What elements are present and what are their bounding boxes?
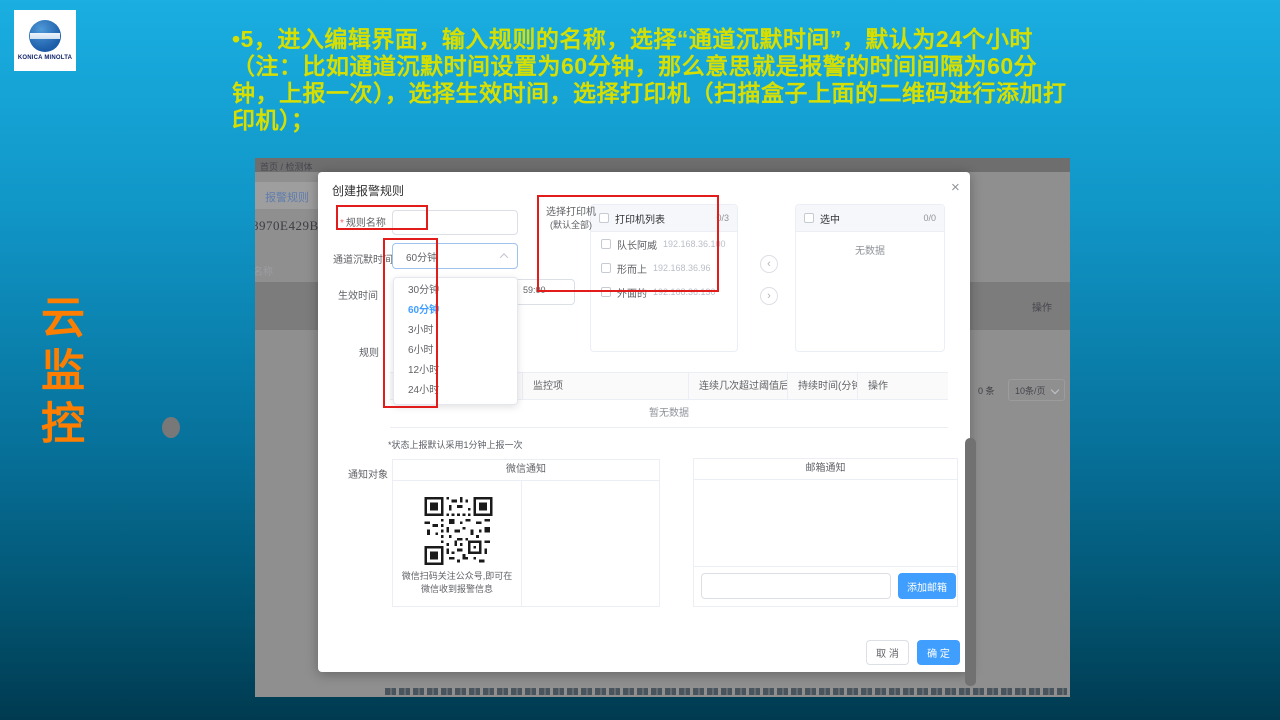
decorative-dot (162, 417, 180, 438)
create-alarm-rule-dialog: 创建报警规则 × *规则名称 通道沉默时间 60分钟 30分钟 60分钟 3小时… (318, 172, 970, 672)
tab-alarm-rules[interactable]: 报警规则 (265, 189, 309, 205)
silence-time-select[interactable]: 60分钟 (392, 243, 518, 269)
wechat-qr-code (422, 497, 495, 565)
printer-list-panel: 打印机列表 0/3 队长阿威 192.168.36.100 形而上 192.16… (590, 204, 738, 352)
name-column-label: 名称 (255, 263, 273, 278)
header-monitor-item: 监控项 (522, 373, 688, 399)
rule-section-label: 规则 (359, 344, 379, 359)
dialog-title: 创建报警规则 (332, 182, 404, 199)
required-asterisk: * (340, 218, 344, 229)
wechat-panel-title: 微信通知 (393, 460, 659, 481)
slide-instruction-text: •5，进入编辑界面，输入规则的名称，选择“通道沉默时间”，默认为24个小时（注：… (232, 26, 1078, 134)
konica-minolta-logo: KONICA MINOLTA (14, 10, 76, 71)
printer-checkbox[interactable] (601, 239, 611, 249)
effective-time-label: 生效时间 (338, 287, 378, 302)
dropdown-option-6h[interactable]: 6小时 (394, 341, 517, 361)
page-size-value: 10条/页 (1015, 384, 1046, 397)
selected-panel-header: 选中 0/0 (796, 205, 944, 232)
printer-checkbox[interactable] (601, 287, 611, 297)
header-duration: 持续时间(分钟) (787, 373, 857, 399)
dropdown-option-60min[interactable]: 60分钟 (394, 301, 517, 321)
rule-name-label: *规则名称 (340, 214, 386, 229)
transfer-right-button[interactable]: › (760, 287, 778, 305)
close-icon[interactable]: × (951, 179, 960, 196)
cancel-button[interactable]: 取 消 (866, 640, 909, 665)
table-band-left (255, 282, 318, 330)
printer-item[interactable]: 形而上 192.168.36.96 (591, 256, 737, 280)
selected-printer-panel: 选中 0/0 无数据 (795, 204, 945, 352)
status-report-note: *状态上报默认采用1分钟上报一次 (388, 438, 523, 451)
chevron-down-icon (1050, 386, 1058, 394)
email-notify-panel: 邮箱通知 添加邮箱 (693, 458, 958, 607)
dropdown-option-3h[interactable]: 3小时 (394, 321, 517, 341)
app-screenshot: 首页 / 检测体 报警规则 8970E429BA 名称 操作 0 条 10条/页… (255, 158, 1070, 697)
effective-time-visible-value: 59:00 (523, 285, 546, 295)
selected-empty-text: 无数据 (796, 232, 944, 257)
transfer-left-button[interactable]: ‹ (760, 255, 778, 273)
header-operation: 操作 (857, 373, 948, 399)
email-panel-title: 邮箱通知 (694, 459, 957, 480)
select-all-checkbox[interactable] (599, 213, 609, 223)
side-vertical-title: 云监控 (26, 294, 90, 453)
page-topbar (255, 158, 1070, 172)
silence-time-dropdown: 30分钟 60分钟 3小时 6小时 12小时 24小时 (393, 277, 518, 405)
silence-time-value: 60分钟 (406, 249, 501, 264)
panel-divider (521, 481, 522, 606)
printer-item[interactable]: 队长阿威 192.168.36.100 (591, 232, 737, 256)
rule-name-input[interactable] (392, 210, 518, 235)
printer-list-count: 0/3 (716, 213, 729, 223)
total-count-label: 0 条 (978, 384, 995, 397)
notify-target-label: 通知对象 (348, 466, 388, 481)
silence-time-label: 通道沉默时间 (333, 251, 393, 266)
printer-item[interactable]: 外面的 192.168.36.130 (591, 280, 737, 304)
dropdown-option-30min[interactable]: 30分钟 (394, 281, 517, 301)
breadcrumb: 首页 / 检测体 (260, 160, 313, 173)
header-threshold-count: 连续几次超过阈值后报警 (688, 373, 787, 399)
wechat-notify-panel: 微信通知 (392, 459, 660, 607)
chevron-up-icon (500, 253, 508, 261)
globe-icon (29, 20, 61, 52)
email-input[interactable] (701, 573, 891, 599)
footer-text-smudge (385, 688, 1067, 695)
printer-checkbox[interactable] (601, 263, 611, 273)
scrollbar-thumb[interactable] (965, 438, 976, 686)
email-add-row: 添加邮箱 (694, 566, 957, 608)
add-email-button[interactable]: 添加邮箱 (898, 573, 956, 599)
logo-brand-text: KONICA MINOLTA (18, 55, 72, 61)
page-size-select[interactable]: 10条/页 (1008, 379, 1065, 401)
confirm-button[interactable]: 确 定 (917, 640, 960, 665)
slide-background: KONICA MINOLTA •5，进入编辑界面，输入规则的名称，选择“通道沉默… (0, 0, 1280, 720)
printer-list-title: 打印机列表 (615, 211, 710, 226)
dropdown-option-24h[interactable]: 24小时 (394, 381, 517, 401)
wechat-qr-caption: 微信扫码关注公众号,即可在 微信收到报警信息 (393, 570, 521, 596)
selected-all-checkbox[interactable] (804, 213, 814, 223)
selected-panel-title: 选中 (820, 211, 917, 226)
dropdown-option-12h[interactable]: 12小时 (394, 361, 517, 381)
table-band-right (970, 282, 1070, 330)
operation-column-label: 操作 (1032, 299, 1052, 314)
select-printer-label: 选择打印机 (默认全部) (542, 203, 600, 231)
printer-list-header: 打印机列表 0/3 (591, 205, 737, 232)
selected-panel-count: 0/0 (923, 213, 936, 223)
